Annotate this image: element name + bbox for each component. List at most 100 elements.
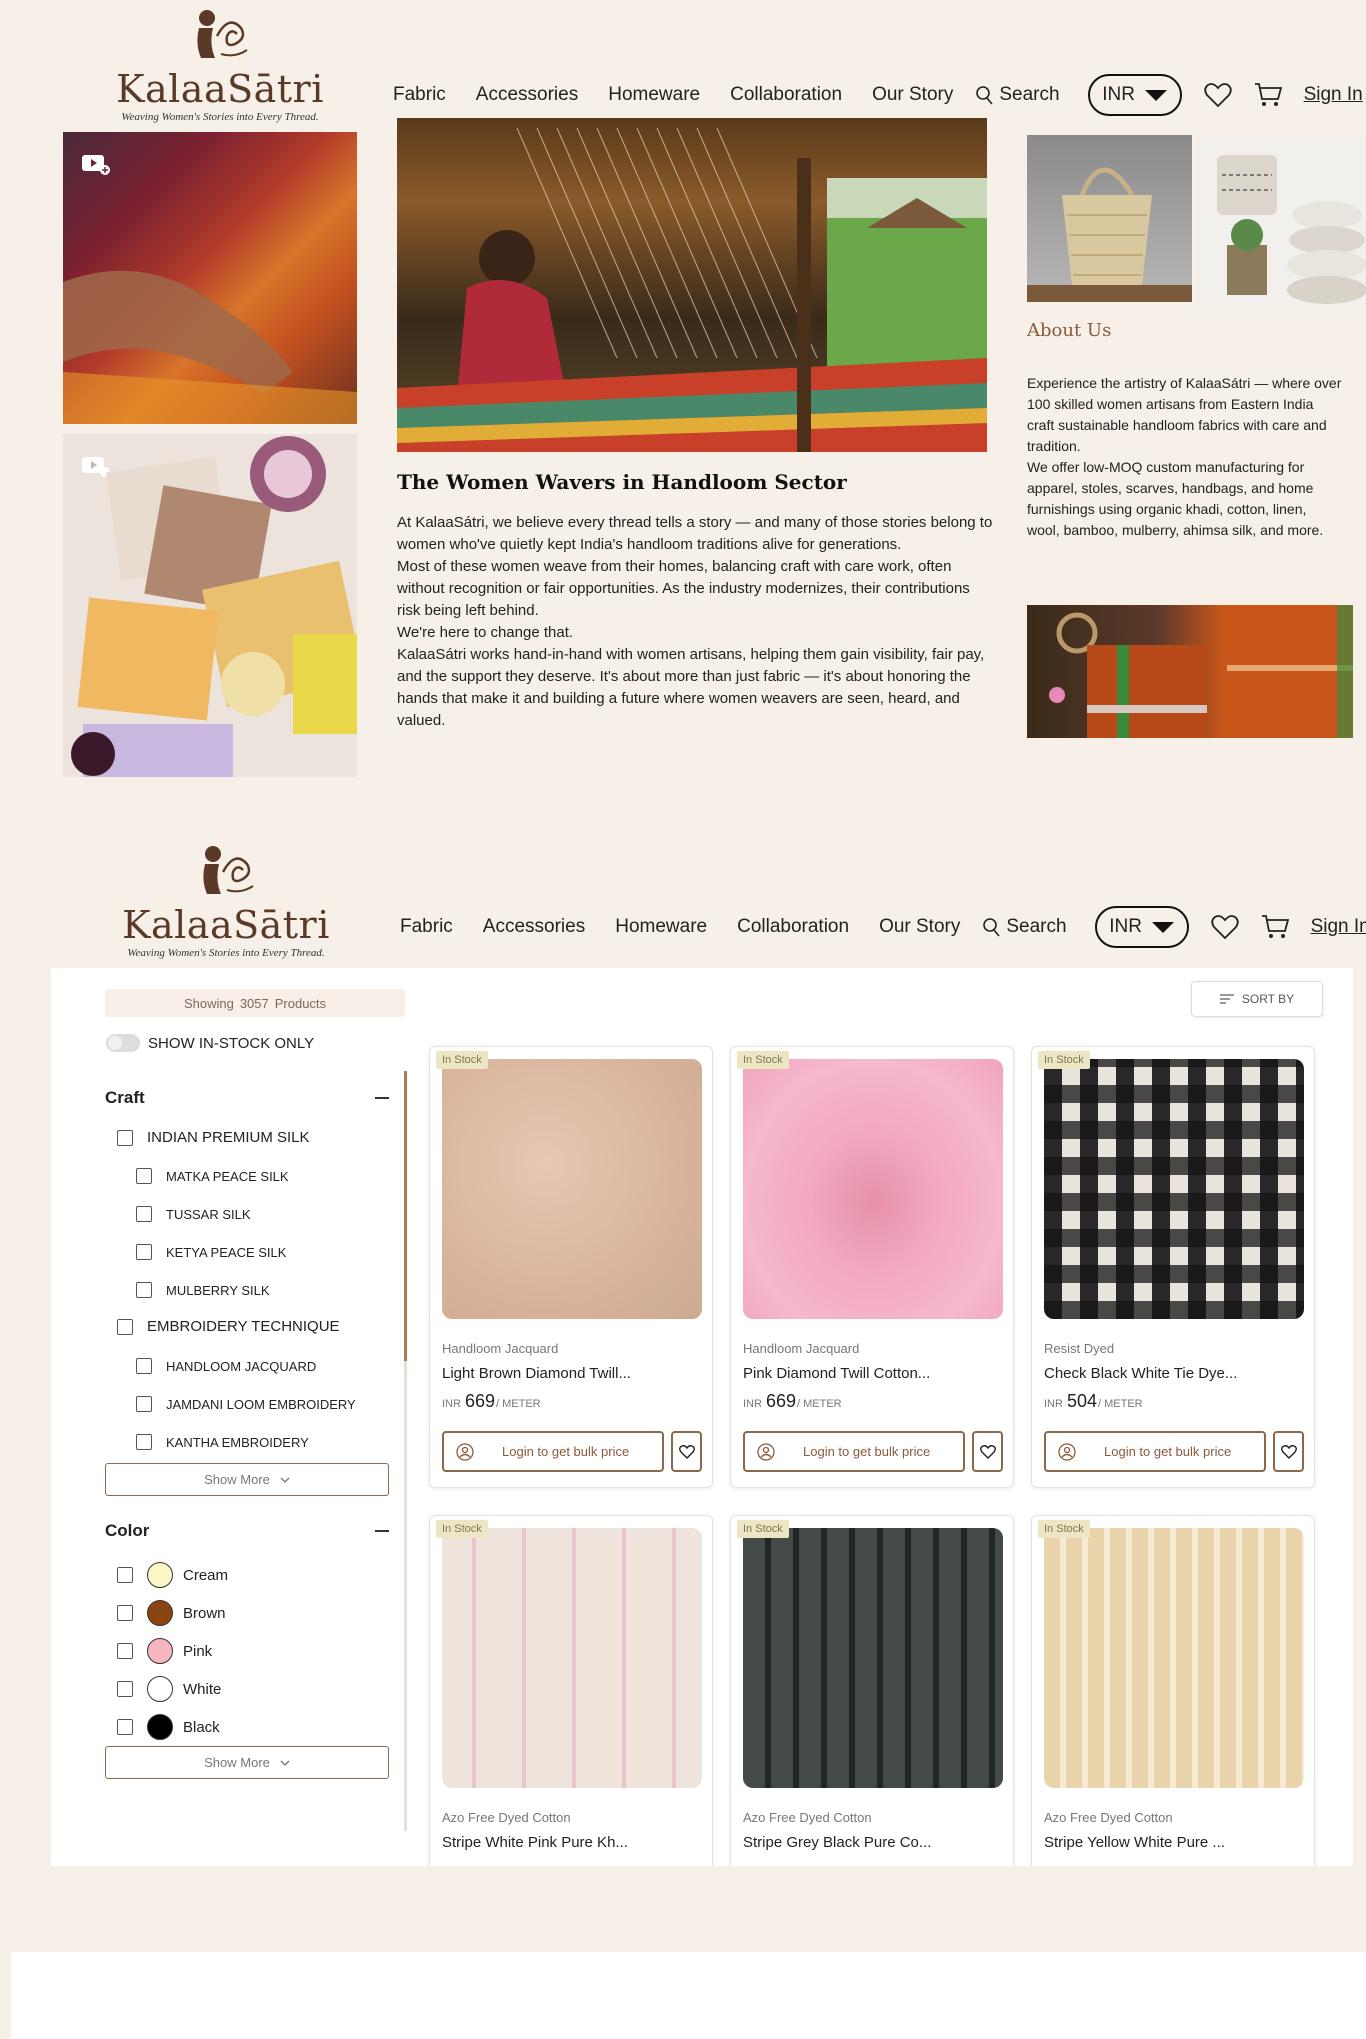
- filter-option-indian-premium-silk[interactable]: INDIAN PREMIUM SILK: [117, 1129, 310, 1146]
- currency-select[interactable]: INR: [1087, 74, 1182, 116]
- showing-count: 3057: [239, 995, 269, 1011]
- natural-dye-video-thumbnail[interactable]: [63, 434, 357, 777]
- product-name[interactable]: Light Brown Diamond Twill...: [442, 1365, 631, 1382]
- in-stock-label: SHOW IN-STOCK ONLY: [148, 1034, 315, 1052]
- checkbox[interactable]: [136, 1206, 152, 1222]
- article-paragraph: At KalaaSátri, we believe every thread t…: [397, 514, 993, 553]
- product-name[interactable]: Stripe Yellow White Pure ...: [1044, 1834, 1225, 1851]
- craft-filter-header[interactable]: Craft: [105, 1088, 389, 1108]
- sign-in-link[interactable]: Sign In: [1304, 84, 1363, 106]
- wishlist-button[interactable]: [1210, 914, 1239, 940]
- nav-fabric[interactable]: Fabric: [393, 84, 446, 106]
- product-card[interactable]: In Stock Handloom Jacquard Pink Diamond …: [730, 1046, 1014, 1488]
- color-option-white[interactable]: White: [117, 1676, 221, 1702]
- login-bulk-price-button[interactable]: Login to get bulk price: [1044, 1431, 1266, 1472]
- filter-option-ketya-peace-silk[interactable]: KETYA PEACE SILK: [136, 1244, 286, 1260]
- currency-select[interactable]: INR: [1094, 906, 1189, 948]
- nav-fabric[interactable]: Fabric: [400, 916, 453, 938]
- search-button[interactable]: Search: [975, 84, 1060, 106]
- filter-option-tussar-silk[interactable]: TUSSAR SILK: [136, 1206, 251, 1222]
- product-card[interactable]: In Stock Azo Free Dyed Cotton Stripe Gre…: [730, 1515, 1014, 1866]
- in-stock-toggle-row[interactable]: SHOW IN-STOCK ONLY: [106, 1034, 314, 1052]
- checkbox[interactable]: [117, 1643, 133, 1659]
- checkbox[interactable]: [136, 1168, 152, 1184]
- checkbox[interactable]: [136, 1434, 152, 1450]
- nav-our-story[interactable]: Our Story: [879, 916, 960, 938]
- color-filter-header[interactable]: Color: [105, 1521, 389, 1541]
- color-option-label: Cream: [183, 1566, 229, 1584]
- brand-logo[interactable]: KalaaSātri Weaving Women's Stories into …: [106, 842, 346, 962]
- product-name[interactable]: Stripe White Pink Pure Kh...: [442, 1834, 628, 1851]
- product-price: INR 504 / METER: [1044, 1391, 1143, 1412]
- product-image[interactable]: [442, 1059, 702, 1319]
- craft-show-more-button[interactable]: Show More: [105, 1463, 389, 1496]
- article-paragraph: KalaaSátri works hand-in-hand with women…: [397, 646, 985, 729]
- hands-weaving-video-thumbnail[interactable]: [63, 132, 357, 424]
- product-card[interactable]: In Stock Azo Free Dyed Cotton Stripe Whi…: [429, 1515, 713, 1866]
- product-name[interactable]: Stripe Grey Black Pure Co...: [743, 1834, 931, 1851]
- product-name[interactable]: Pink Diamond Twill Cotton...: [743, 1365, 930, 1382]
- nav-our-story[interactable]: Our Story: [872, 84, 953, 106]
- sort-by-label: SORT BY: [1241, 992, 1295, 1006]
- woman-weaver-loom-photo: [397, 118, 987, 452]
- color-option-black[interactable]: Black: [117, 1714, 220, 1740]
- bulk-price-label: Login to get bulk price: [803, 1444, 931, 1459]
- color-option-brown[interactable]: Brown: [117, 1600, 226, 1626]
- filter-option-handloom-jacquard[interactable]: HANDLOOM JACQUARD: [136, 1358, 316, 1374]
- filter-scrollbar-thumb[interactable]: [404, 1071, 407, 1361]
- user-circle-icon: [1058, 1442, 1076, 1461]
- sort-by-button[interactable]: SORT BY: [1191, 981, 1323, 1017]
- nav-accessories[interactable]: Accessories: [483, 916, 585, 938]
- filter-option-mulberry-silk[interactable]: MULBERRY SILK: [136, 1282, 270, 1298]
- add-to-wishlist-button[interactable]: [671, 1431, 702, 1472]
- add-to-wishlist-button[interactable]: [1273, 1431, 1304, 1472]
- collapse-minus-icon[interactable]: [375, 1097, 389, 1099]
- checkbox[interactable]: [117, 1681, 133, 1697]
- product-image[interactable]: [1044, 1059, 1304, 1319]
- checkbox[interactable]: [117, 1567, 133, 1583]
- product-card[interactable]: In Stock Handloom Jacquard Light Brown D…: [429, 1046, 713, 1488]
- product-card[interactable]: In Stock Azo Free Dyed Cotton Stripe Yel…: [1031, 1515, 1315, 1866]
- nav-collaboration[interactable]: Collaboration: [737, 916, 849, 938]
- cart-button[interactable]: [1254, 82, 1282, 108]
- filter-scrollbar[interactable]: [404, 1071, 407, 1831]
- filter-option-embroidery-technique[interactable]: EMBROIDERY TECHNIQUE: [117, 1318, 340, 1335]
- product-image[interactable]: [442, 1528, 702, 1788]
- filter-option-jamdani-loom-embroidery[interactable]: JAMDANI LOOM EMBROIDERY: [136, 1396, 356, 1412]
- checkbox[interactable]: [136, 1396, 152, 1412]
- filter-option-matka-peace-silk[interactable]: MATKA PEACE SILK: [136, 1168, 289, 1184]
- product-card[interactable]: In Stock Resist Dyed Check Black White T…: [1031, 1046, 1315, 1488]
- brand-name: KalaaSātri: [116, 67, 324, 111]
- color-option-pink[interactable]: Pink: [117, 1638, 212, 1664]
- nav-collaboration[interactable]: Collaboration: [730, 84, 842, 106]
- checkbox[interactable]: [117, 1318, 133, 1335]
- product-name[interactable]: Check Black White Tie Dye...: [1044, 1365, 1237, 1382]
- add-to-wishlist-button[interactable]: [972, 1431, 1003, 1472]
- in-stock-badge: In Stock: [1038, 1520, 1090, 1538]
- checkbox[interactable]: [136, 1244, 152, 1260]
- product-craft: Resist Dyed: [1044, 1341, 1115, 1356]
- checkbox[interactable]: [117, 1605, 133, 1621]
- product-image[interactable]: [743, 1528, 1003, 1788]
- checkbox[interactable]: [117, 1719, 133, 1735]
- wishlist-button[interactable]: [1203, 82, 1232, 108]
- checkbox[interactable]: [117, 1129, 133, 1146]
- filter-option-kantha-embroidery[interactable]: KANTHA EMBROIDERY: [136, 1434, 309, 1450]
- nav-accessories[interactable]: Accessories: [476, 84, 578, 106]
- login-bulk-price-button[interactable]: Login to get bulk price: [442, 1431, 664, 1472]
- checkbox[interactable]: [136, 1282, 152, 1298]
- nav-homeware[interactable]: Homeware: [615, 916, 707, 938]
- cart-button[interactable]: [1261, 914, 1289, 940]
- product-image[interactable]: [743, 1059, 1003, 1319]
- nav-homeware[interactable]: Homeware: [608, 84, 700, 106]
- sign-in-link[interactable]: Sign In: [1311, 916, 1366, 938]
- collapse-minus-icon[interactable]: [375, 1530, 389, 1532]
- in-stock-toggle[interactable]: [106, 1034, 140, 1052]
- color-option-cream[interactable]: Cream: [117, 1562, 228, 1588]
- search-button[interactable]: Search: [982, 916, 1067, 938]
- product-image[interactable]: [1044, 1528, 1304, 1788]
- login-bulk-price-button[interactable]: Login to get bulk price: [743, 1431, 965, 1472]
- color-show-more-button[interactable]: Show More: [105, 1746, 389, 1779]
- checkbox[interactable]: [136, 1358, 152, 1374]
- brand-logo[interactable]: KalaaSātri Weaving Women's Stories into …: [100, 6, 340, 126]
